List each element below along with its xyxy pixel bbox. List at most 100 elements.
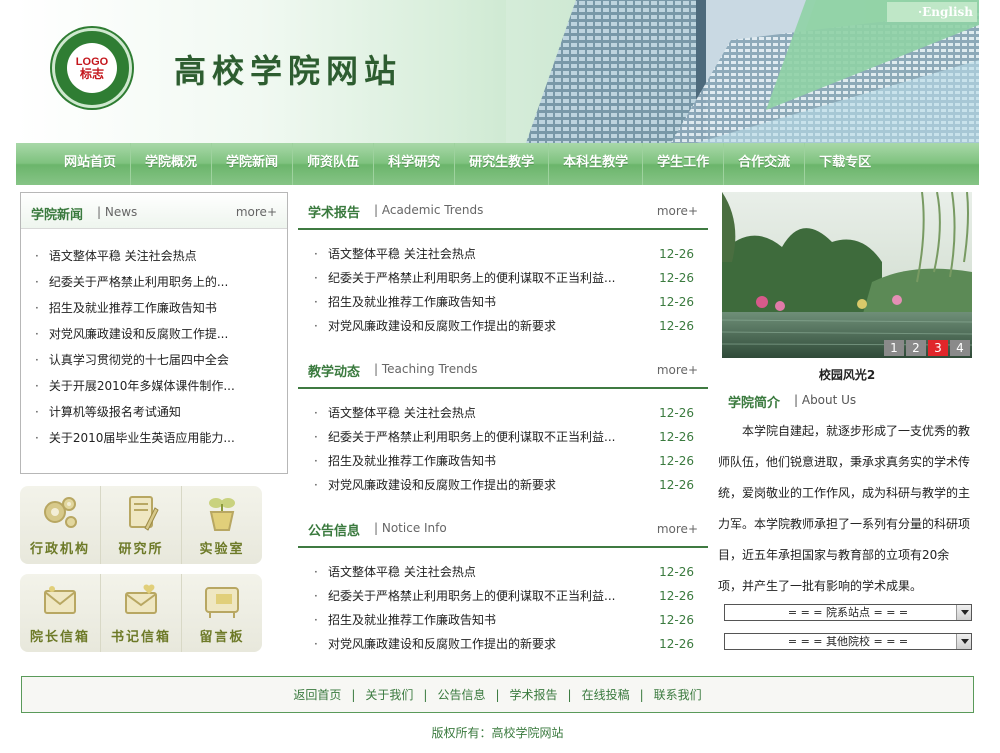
notice-info-title: 公告信息 bbox=[308, 524, 361, 539]
teaching-trends-more-link[interactable]: more+ bbox=[657, 363, 698, 377]
list-item[interactable]: 语文整体平稳 关注社会热点 bbox=[35, 243, 287, 269]
nav-item-overview[interactable]: 学院概况 bbox=[131, 143, 213, 185]
nav-item-news[interactable]: 学院新闻 bbox=[212, 143, 294, 185]
academic-trends-more-link[interactable]: more+ bbox=[657, 204, 698, 218]
logo[interactable]: LOGO 标志 bbox=[52, 28, 132, 108]
slide-page-2[interactable]: 2 bbox=[906, 340, 926, 356]
item-title: 纪委关于严格禁止利用职务上的便利谋取不正当利益... bbox=[328, 271, 616, 285]
plant-pot-icon bbox=[209, 498, 235, 531]
campus-slideshow[interactable]: 1 2 3 4 bbox=[722, 192, 972, 358]
slideshow-caption: 校园风光2 bbox=[818, 368, 876, 382]
main-navigation: 网站首页 学院概况 学院新闻 师资队伍 科学研究 研究生教学 本科生教学 学生工… bbox=[16, 143, 979, 185]
quick-link-admin[interactable]: 行政机构 bbox=[20, 486, 101, 564]
footer-link-about[interactable]: 关于我们 bbox=[355, 686, 423, 703]
college-news-subtitle: | News bbox=[97, 205, 138, 219]
footer-link-home[interactable]: 返回首页 bbox=[283, 686, 351, 703]
item-date: 12-26 bbox=[659, 478, 694, 492]
item-date: 12-26 bbox=[659, 247, 694, 261]
list-item[interactable]: 关于开展2010年多媒体课件制作... bbox=[35, 373, 287, 399]
notice-info-header: 公告信息 | Notice Info more+ bbox=[298, 510, 708, 548]
quick-link-label: 院长信箱 bbox=[29, 630, 90, 645]
gears-icon bbox=[44, 497, 77, 528]
list-item[interactable]: 纪委关于严格禁止利用职务上的... bbox=[35, 269, 287, 295]
quick-link-lab[interactable]: 实验室 bbox=[182, 486, 262, 564]
quick-link-institute[interactable]: 研究所 bbox=[101, 486, 182, 564]
list-item[interactable]: 招生及就业推荐工作廉政告知书 bbox=[35, 295, 287, 321]
quick-links-row-2: 院长信箱 书记信箱 留言板 bbox=[20, 574, 262, 652]
item-date: 12-26 bbox=[659, 565, 694, 579]
footer-link-academic[interactable]: 学术报告 bbox=[500, 686, 568, 703]
teaching-trends-header: 教学动态 | Teaching Trends more+ bbox=[298, 351, 708, 389]
item-date: 12-26 bbox=[659, 589, 694, 603]
slide-page-4[interactable]: 4 bbox=[950, 340, 970, 356]
list-item[interactable]: 纪委关于严格禁止利用职务上的便利谋取不正当利益... 12-26 bbox=[298, 425, 708, 449]
english-link[interactable]: ·English bbox=[887, 2, 977, 22]
footer-link-contact[interactable]: 联系我们 bbox=[644, 686, 712, 703]
list-item[interactable]: 对党风廉政建设和反腐败工作提... bbox=[35, 321, 287, 347]
slide-page-3[interactable]: 3 bbox=[928, 340, 948, 356]
footer-link-submit[interactable]: 在线投稿 bbox=[572, 686, 640, 703]
list-item[interactable]: 招生及就业推荐工作廉政告知书 12-26 bbox=[298, 290, 708, 314]
notice-info-more-link[interactable]: more+ bbox=[657, 522, 698, 536]
slide-page-1[interactable]: 1 bbox=[884, 340, 904, 356]
notice-info-subtitle: | Notice Info bbox=[374, 521, 447, 535]
quick-link-label: 行政机构 bbox=[29, 542, 90, 557]
list-item[interactable]: 纪委关于严格禁止利用职务上的便利谋取不正当利益... 12-26 bbox=[298, 266, 708, 290]
about-header: 学院简介 | About Us bbox=[728, 392, 972, 412]
item-title: 纪委关于严格禁止利用职务上的便利谋取不正当利益... bbox=[328, 589, 616, 603]
chevron-down-icon[interactable] bbox=[956, 605, 971, 620]
nav-item-faculty[interactable]: 师资队伍 bbox=[293, 143, 375, 185]
nav-item-graduate[interactable]: 研究生教学 bbox=[455, 143, 550, 185]
nav-item-downloads[interactable]: 下载专区 bbox=[805, 143, 885, 185]
academic-trends-title: 学术报告 bbox=[308, 206, 361, 221]
academic-trends-header: 学术报告 | Academic Trends more+ bbox=[298, 192, 708, 230]
academic-trends-section: 学术报告 | Academic Trends more+ 语文整体平稳 关注社会… bbox=[298, 192, 708, 338]
quick-link-label: 书记信箱 bbox=[110, 630, 171, 645]
notice-info-section: 公告信息 | Notice Info more+ 语文整体平稳 关注社会热点 12… bbox=[298, 510, 708, 656]
about-text: 本学院自建起，就逐步形成了一支优秀的教师队伍，他们锐意进取，秉承求真务实的学术传… bbox=[718, 424, 971, 593]
about-subtitle: | About Us bbox=[794, 393, 857, 407]
campus-photo-image bbox=[722, 192, 972, 358]
list-item[interactable]: 关于2010届毕业生英语应用能力... bbox=[35, 425, 287, 451]
list-item[interactable]: 计算机等级报名考试通知 bbox=[35, 399, 287, 425]
list-item[interactable]: 对党风廉政建设和反腐败工作提出的新要求 12-26 bbox=[298, 314, 708, 338]
logo-text-top: LOGO bbox=[75, 55, 109, 68]
item-title: 招生及就业推荐工作廉政告知书 bbox=[328, 454, 497, 468]
list-item[interactable]: 语文整体平稳 关注社会热点 12-26 bbox=[298, 401, 708, 425]
nav-item-home[interactable]: 网站首页 bbox=[50, 143, 132, 185]
nav-item-student-work[interactable]: 学生工作 bbox=[643, 143, 725, 185]
item-title: 纪委关于严格禁止利用职务上的便利谋取不正当利益... bbox=[328, 430, 616, 444]
item-date: 12-26 bbox=[659, 613, 694, 627]
footer-link-notice[interactable]: 公告信息 bbox=[427, 686, 495, 703]
logo-inner: LOGO 标志 bbox=[67, 43, 117, 93]
list-item[interactable]: 认真学习贯彻党的十七届四中全会 bbox=[35, 347, 287, 373]
logo-text-bottom: 标志 bbox=[79, 66, 104, 81]
slideshow-pager: 1 2 3 4 bbox=[882, 340, 970, 356]
nav-item-cooperation[interactable]: 合作交流 bbox=[724, 143, 806, 185]
list-item[interactable]: 纪委关于严格禁止利用职务上的便利谋取不正当利益... 12-26 bbox=[298, 584, 708, 608]
item-date: 12-26 bbox=[659, 295, 694, 309]
list-item[interactable]: 招生及就业推荐工作廉政告知书 12-26 bbox=[298, 449, 708, 473]
nav-item-research[interactable]: 科学研究 bbox=[374, 143, 456, 185]
department-sites-select[interactable]: = = = 院系站点 = = = bbox=[724, 604, 972, 621]
college-news-more-link[interactable]: more+ bbox=[236, 205, 277, 219]
chevron-down-icon[interactable] bbox=[956, 634, 971, 649]
list-item[interactable]: 语文整体平稳 关注社会热点 12-26 bbox=[298, 242, 708, 266]
notice-info-list: 语文整体平稳 关注社会热点 12-26 纪委关于严格禁止利用职务上的便利谋取不正当… bbox=[298, 548, 708, 656]
quick-link-label: 实验室 bbox=[199, 542, 245, 557]
item-title: 对党风廉政建设和反腐败工作提出的新要求 bbox=[328, 637, 557, 651]
nav-item-undergraduate[interactable]: 本科生教学 bbox=[549, 143, 644, 185]
quick-link-message-board[interactable]: 留言板 bbox=[182, 574, 262, 652]
list-item[interactable]: 对党风廉政建设和反腐败工作提出的新要求 12-26 bbox=[298, 632, 708, 656]
item-title: 招生及就业推荐工作廉政告知书 bbox=[328, 295, 497, 309]
college-news-title: 学院新闻 bbox=[31, 208, 84, 223]
quick-link-secretary-mailbox[interactable]: 书记信箱 bbox=[101, 574, 182, 652]
list-item[interactable]: 招生及就业推荐工作廉政告知书 12-26 bbox=[298, 608, 708, 632]
item-date: 12-26 bbox=[659, 319, 694, 333]
item-date: 12-26 bbox=[659, 454, 694, 468]
other-colleges-select[interactable]: = = = 其他院校 = = = bbox=[724, 633, 972, 650]
list-item[interactable]: 对党风廉政建设和反腐败工作提出的新要求 12-26 bbox=[298, 473, 708, 497]
teaching-trends-section: 教学动态 | Teaching Trends more+ 语文整体平稳 关注社会… bbox=[298, 351, 708, 497]
quick-link-dean-mailbox[interactable]: 院长信箱 bbox=[20, 574, 101, 652]
list-item[interactable]: 语文整体平稳 关注社会热点 12-26 bbox=[298, 560, 708, 584]
